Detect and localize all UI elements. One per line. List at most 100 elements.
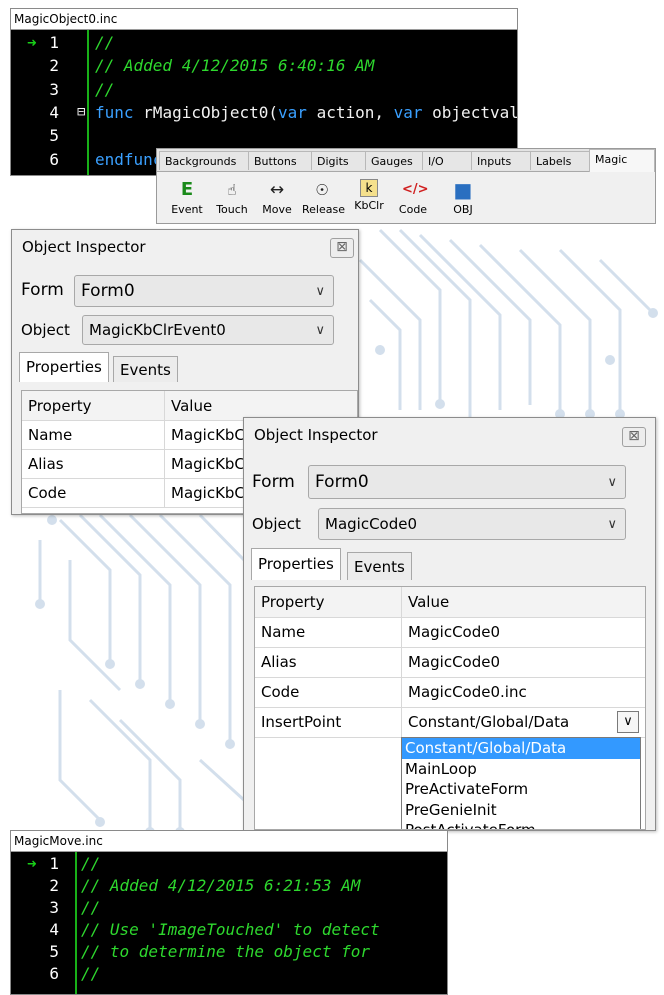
tool-label: Code [398, 203, 428, 216]
release-icon: ☉ [315, 181, 329, 199]
tool-label: Move [262, 203, 292, 216]
tool-kbclr[interactable]: k KbClr [349, 179, 389, 212]
property-name: Name [28, 425, 73, 444]
column-header-value: Value [164, 391, 357, 420]
property-name: Code [28, 483, 67, 502]
line-number: 3 [49, 898, 59, 917]
chevron-down-icon: ∨ [315, 283, 325, 299]
code-line[interactable]: 2 // Added 4/12/2015 6:40:16 AM [11, 54, 517, 77]
current-line-arrow-icon: ➜ [27, 854, 37, 873]
property-value[interactable]: MagicCode0 [401, 617, 645, 647]
line-number: 4 [49, 920, 59, 939]
current-line-arrow-icon: ➜ [27, 33, 37, 52]
code-line[interactable]: 2 // Added 4/12/2015 6:21:53 AM [11, 875, 447, 897]
close-icon[interactable]: ⊠ [622, 427, 646, 447]
inspector-title: Object Inspector [22, 238, 146, 256]
code-line[interactable]: ➜ 1 // [11, 31, 517, 54]
tab-labels[interactable]: Labels [530, 151, 590, 170]
code-token: // [95, 33, 115, 52]
code-line[interactable]: 3 // [11, 897, 447, 919]
property-name: Code [261, 683, 300, 701]
tool-label: OBJ [453, 203, 473, 216]
line-number: 1 [49, 854, 59, 873]
column-header-value: Value [401, 587, 645, 617]
tab-properties[interactable]: Properties [19, 352, 109, 382]
property-value[interactable]: MagicCode0.inc [401, 677, 645, 707]
fold-collapse-icon[interactable]: ⊟ [77, 101, 85, 124]
tab-magic[interactable]: Magic [589, 149, 655, 172]
tab-properties[interactable]: Properties [251, 548, 341, 580]
table-row[interactable]: InsertPoint Constant/Global/Data [255, 707, 645, 738]
insertpoint-dropdown-list[interactable]: Constant/Global/Data MainLoop PreActivateF… [401, 737, 641, 829]
code-line[interactable]: 4 // Use 'ImageTouched' to detect [11, 919, 447, 941]
table-row[interactable]: Alias MagicCode0 [255, 647, 645, 678]
object-label: Object [21, 321, 70, 339]
code-editor-bottom[interactable]: MagicMove.inc ➜ 1 // 2 // Added 4/12/2015 6:… [10, 830, 448, 995]
tool-touch[interactable]: ☝ Touch [212, 179, 252, 216]
tab-i-o[interactable]: I/O [422, 151, 472, 170]
code-text: // Added 4/12/2015 6:40:16 AM [95, 54, 374, 77]
form-select-value: Form0 [81, 281, 135, 301]
code-token: objectval [432, 102, 518, 122]
line-number: 4 [49, 102, 59, 122]
property-name: Name [261, 623, 306, 641]
tab-inputs[interactable]: Inputs [471, 151, 531, 170]
tool-release[interactable]: ☉ Release [302, 179, 345, 216]
property-grid[interactable]: Property Value Name MagicCode0 Alias MagicCod… [254, 586, 646, 830]
code-token: // Added 4/12/2015 6:40:16 AM [95, 56, 375, 76]
code-line[interactable]: 5 // to determine the object for [11, 941, 447, 963]
code-line[interactable]: 3 // [11, 78, 517, 101]
chevron-down-icon: ∨ [607, 474, 617, 490]
tool-event[interactable]: E Event [167, 179, 207, 216]
code-text: // [81, 853, 100, 875]
code-token: // to determine the object for [81, 942, 370, 961]
form-select-value: Form0 [315, 472, 369, 492]
tab-buttons[interactable]: Buttons [248, 151, 312, 170]
table-row[interactable]: Name MagicCode0 [255, 617, 645, 648]
dropdown-option[interactable]: PostActivateForm [402, 820, 640, 829]
tool-label: Release [302, 203, 345, 216]
tool-code[interactable]: </> Code [393, 179, 433, 216]
chevron-down-icon[interactable]: ∨ [617, 711, 639, 733]
table-row[interactable]: Code MagicCode0.inc [255, 677, 645, 708]
line-number: 5 [49, 126, 59, 146]
dropdown-option[interactable]: Constant/Global/Data [402, 738, 640, 759]
code-line[interactable]: 5 [11, 124, 517, 147]
line-number: 6 [49, 964, 59, 983]
code-text: // Use 'ImageTouched' to detect [81, 919, 380, 941]
object-select-value: MagicCode0 [325, 515, 418, 533]
property-value[interactable]: Constant/Global/Data [401, 707, 645, 737]
dropdown-option[interactable]: PreGenieInit [402, 800, 640, 821]
tab-backgrounds[interactable]: Backgrounds [159, 151, 249, 170]
code-token: // [81, 898, 101, 917]
tool-move[interactable]: ↔ Move [257, 179, 297, 216]
code-token: // [81, 964, 101, 983]
line-number: 3 [49, 79, 59, 99]
dropdown-option[interactable]: MainLoop [402, 759, 640, 780]
tab-events[interactable]: Events [113, 356, 178, 382]
code-line[interactable]: ➜ 1 // [11, 853, 447, 875]
form-select[interactable]: Form0 ∨ [308, 465, 626, 499]
code-token: // [81, 854, 101, 873]
code-line[interactable]: 4 ⊟ func rMagicObject0(var action, var obj… [11, 101, 517, 124]
code-text: func rMagicObject0(var action, var objec… [95, 101, 518, 124]
line-number: 6 [49, 149, 59, 169]
tool-obj[interactable]: ■ OBJ [443, 179, 483, 216]
object-select-value: MagicKbClrEvent0 [89, 321, 226, 339]
dropdown-option[interactable]: PreActivateForm [402, 779, 640, 800]
editor-title: MagicMove.inc [11, 831, 447, 852]
close-icon[interactable]: ⊠ [330, 238, 354, 258]
tab-events[interactable]: Events [347, 552, 412, 580]
code-text: // [95, 78, 114, 101]
code-token: rMagicObject0( [143, 102, 279, 122]
code-line[interactable]: 6 // [11, 963, 447, 985]
form-select[interactable]: Form0 ∨ [74, 275, 334, 307]
property-name: Alias [28, 454, 64, 473]
object-select[interactable]: MagicCode0 ∨ [318, 508, 626, 540]
tab-gauges[interactable]: Gauges [365, 151, 423, 170]
property-value[interactable]: MagicCode0 [401, 647, 645, 677]
tab-digits[interactable]: Digits [311, 151, 366, 170]
form-label: Form [252, 472, 295, 492]
tool-label: Event [171, 203, 203, 216]
object-select[interactable]: MagicKbClrEvent0 ∨ [82, 315, 334, 345]
